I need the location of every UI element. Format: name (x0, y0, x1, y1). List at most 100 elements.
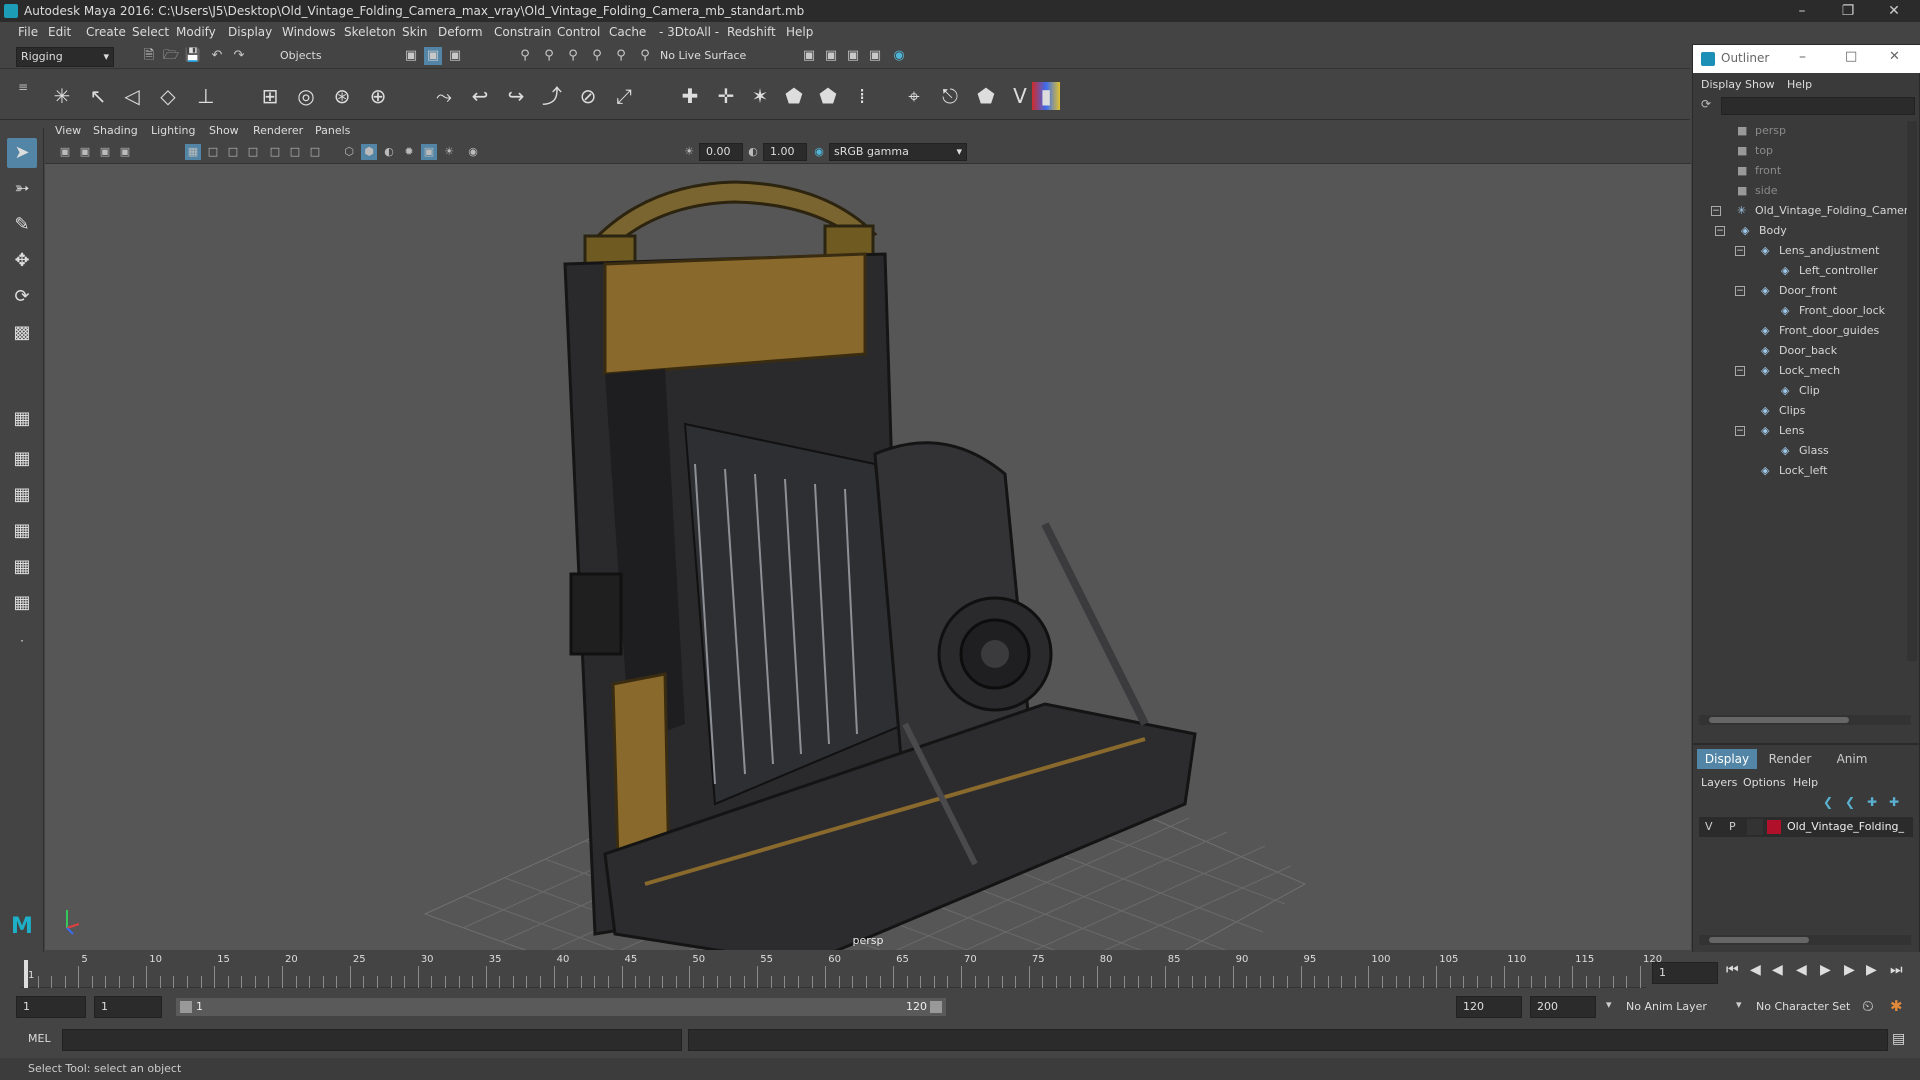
layout-four-icon[interactable]: ▦ (7, 444, 37, 474)
outliner-item[interactable]: ■ side (1693, 181, 1907, 201)
anim-layer-label[interactable]: No Anim Layer (1626, 1000, 1707, 1013)
viewport-3d[interactable]: persp (45, 164, 1691, 950)
mirror-joint-icon[interactable]: ◇ (154, 82, 182, 110)
safe-title-icon[interactable]: □ (307, 144, 323, 160)
outliner-item[interactable]: ◈ Front_door_lock (1693, 301, 1907, 321)
shelf-options-icon[interactable]: ≡ (18, 80, 28, 94)
exposure-field[interactable]: 0.00 (699, 143, 743, 161)
layer-menu-layers[interactable]: Layers (1701, 776, 1737, 789)
snap-point-icon[interactable]: ⚲ (564, 47, 582, 65)
preferences-icon[interactable]: ✱ (1890, 997, 1903, 1015)
playback-end-field[interactable]: 120 (1456, 996, 1522, 1018)
chevron-down-icon[interactable]: ▾ (1606, 998, 1612, 1011)
select-hierarchy-icon[interactable]: ▣ (402, 47, 420, 65)
blend-shape-icon[interactable]: ⁞ (848, 82, 876, 110)
go-to-end-icon[interactable]: ⏭ (1890, 962, 1903, 978)
expand-toggle-icon[interactable]: − (1715, 226, 1725, 236)
select-component-icon[interactable]: ▣ (446, 47, 464, 65)
layer-move-up-icon[interactable]: ❮ (1823, 795, 1833, 809)
play-forwards-icon[interactable]: ▶ (1820, 962, 1831, 978)
outliner-menu-display[interactable]: Display (1701, 78, 1742, 91)
layer-tab-anim[interactable]: Anim (1823, 749, 1881, 769)
range-start-handle[interactable] (180, 1001, 192, 1013)
range-end-handle[interactable] (930, 1001, 942, 1013)
outliner-item[interactable]: − ✳ Old_Vintage_Folding_Camer (1693, 201, 1907, 221)
go-to-start-icon[interactable]: ⏮ (1726, 962, 1739, 978)
time-slider[interactable]: 1 5 10 15 20 25 30 35 40 45 50 55 60 65 70 75 80 85 90 95 10… (0, 952, 1920, 990)
bookmark-icon[interactable]: ▣ (97, 144, 113, 160)
layer-playback-toggle[interactable]: P (1729, 820, 1736, 833)
wireframe-icon[interactable]: ⬡ (341, 144, 357, 160)
auto-key-icon[interactable]: ⏲ (1862, 997, 1874, 1015)
hypershade-icon[interactable]: ▣ (866, 47, 884, 65)
snap-curve-icon[interactable]: ⚲ (540, 47, 558, 65)
menu-display[interactable]: Display (228, 25, 272, 39)
outliner-menu-show[interactable]: Show (1745, 78, 1775, 91)
safe-action-icon[interactable]: □ (287, 144, 303, 160)
outliner-item[interactable]: ■ top (1693, 141, 1907, 161)
outliner-item[interactable]: − ◈ Body (1693, 221, 1907, 241)
viewport-menu-renderer[interactable]: Renderer (253, 124, 303, 137)
skin-cluster-icon[interactable]: ⊕ (364, 82, 392, 110)
menu-cache[interactable]: Cache (609, 25, 646, 39)
outliner-item[interactable]: ■ front (1693, 161, 1907, 181)
color-management-icon[interactable]: ◉ (811, 144, 827, 160)
selection-mode-dropdown[interactable]: Objects (276, 47, 376, 67)
close-icon[interactable]: ✕ (1872, 0, 1916, 22)
expand-toggle-icon[interactable]: − (1711, 206, 1721, 216)
orient-joint-icon[interactable]: ⊥ (192, 82, 220, 110)
viewport-menu-panels[interactable]: Panels (315, 124, 350, 137)
color-bars-icon[interactable]: ▮ (1032, 82, 1060, 110)
menu-modify[interactable]: Modify (176, 25, 216, 39)
bonus-icon[interactable]: ⌖ (900, 82, 928, 110)
ipr-render-icon[interactable]: ▣ (822, 47, 840, 65)
snap-surface-icon[interactable]: ⚲ (612, 47, 630, 65)
outliner-search-field[interactable] (1721, 97, 1915, 115)
camera-select-icon[interactable]: ▣ (57, 144, 73, 160)
layer-visibility-toggle[interactable]: V (1705, 820, 1713, 833)
char-set-label[interactable]: No Character Set (1756, 1000, 1850, 1013)
make-live-icon[interactable]: ⚲ (636, 47, 654, 65)
outliner-item[interactable]: ◈ Left_controller (1693, 261, 1907, 281)
paint-weights-icon[interactable]: ⊛ (328, 82, 356, 110)
range-slider-bar[interactable]: 1 120 (176, 998, 946, 1016)
menu-constrain[interactable]: Constrain (494, 25, 552, 39)
select-tool-icon[interactable]: ➤ (7, 138, 37, 168)
shadows-icon[interactable]: ☀ (441, 144, 457, 160)
smooth-shade-icon[interactable]: ⬢ (361, 144, 377, 160)
expand-toggle-icon[interactable]: − (1735, 246, 1745, 256)
render-settings-icon[interactable]: ▣ (844, 47, 862, 65)
command-input[interactable] (62, 1029, 682, 1051)
live-surface-label[interactable]: No Live Surface (660, 49, 746, 62)
outliner-item[interactable]: ◈ Clips (1693, 401, 1907, 421)
viewport-menu-view[interactable]: View (55, 124, 81, 137)
script-editor-icon[interactable]: ▤ (1892, 1031, 1905, 1047)
minimize-icon[interactable]: – (1780, 0, 1824, 22)
snap-grid-icon[interactable]: ⚲ (516, 47, 534, 65)
outliner-item[interactable]: ■ persp (1693, 121, 1907, 141)
field-chart-icon[interactable]: □ (267, 144, 283, 160)
layer-type-toggle[interactable] (1747, 819, 1763, 835)
outliner-hscroll-thumb[interactable] (1709, 717, 1849, 723)
play-backwards-icon[interactable]: ◀ (1796, 962, 1807, 978)
lattice-icon[interactable]: ⤴ (538, 82, 566, 110)
layer-menu-help[interactable]: Help (1793, 776, 1818, 789)
animation-end-field[interactable]: 200 (1530, 996, 1596, 1018)
move-tool-icon[interactable]: ✥ (7, 246, 37, 276)
exposure-icon[interactable]: ☀ (681, 144, 697, 160)
menu-redshift[interactable]: Redshift (727, 25, 776, 39)
script-language-label[interactable]: MEL (28, 1032, 51, 1045)
outliner-maximize-icon[interactable]: □ (1845, 49, 1857, 64)
animation-start-field[interactable]: 1 (16, 996, 86, 1018)
menu-skeleton[interactable]: Skeleton (344, 25, 396, 39)
layer-hscrollbar[interactable] (1699, 935, 1911, 945)
layer-move-down-icon[interactable]: ❮ (1845, 795, 1855, 809)
viewport-menu-shading[interactable]: Shading (93, 124, 138, 137)
rotate-tool-icon[interactable]: ⟳ (7, 282, 37, 312)
ik-handle-icon[interactable]: ✳ (48, 82, 76, 110)
color-space-dropdown[interactable]: sRGB gamma ▾ (829, 143, 967, 161)
lasso-tool-icon[interactable]: ➳ (7, 174, 37, 204)
resolution-gate-icon[interactable]: □ (225, 144, 241, 160)
playback-start-field[interactable]: 1 (94, 996, 162, 1018)
menu-help[interactable]: Help (786, 25, 813, 39)
